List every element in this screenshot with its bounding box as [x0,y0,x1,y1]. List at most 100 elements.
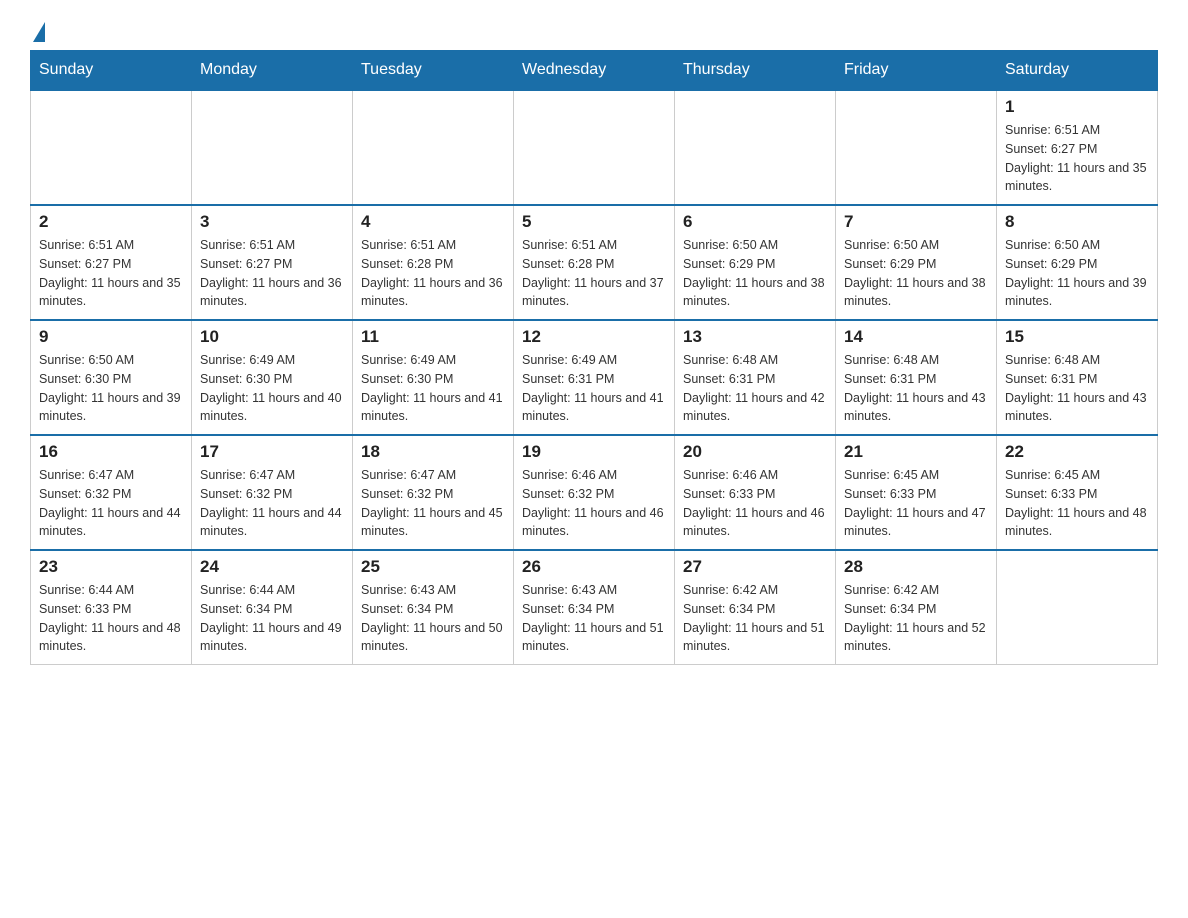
day-info: Sunrise: 6:44 AMSunset: 6:34 PMDaylight:… [200,581,344,656]
calendar-cell: 6 Sunrise: 6:50 AMSunset: 6:29 PMDaylight… [675,205,836,320]
day-info: Sunrise: 6:51 AMSunset: 6:27 PMDaylight:… [1005,121,1149,196]
day-info: Sunrise: 6:51 AMSunset: 6:27 PMDaylight:… [39,236,183,311]
day-number: 16 [39,442,183,462]
day-info: Sunrise: 6:51 AMSunset: 6:27 PMDaylight:… [200,236,344,311]
calendar-cell: 21Sunrise: 6:45 AMSunset: 6:33 PMDayligh… [836,435,997,550]
day-of-week-header: Wednesday [514,51,675,91]
day-info: Sunrise: 6:51 AMSunset: 6:28 PMDaylight:… [361,236,505,311]
calendar-cell: 3 Sunrise: 6:51 AMSunset: 6:27 PMDaylight… [192,205,353,320]
calendar-cell: 23 Sunrise: 6:44 AMSunset: 6:33 PMDayligh… [31,550,192,665]
calendar-cell: 26 Sunrise: 6:43 AMSunset: 6:34 PMDayligh… [514,550,675,665]
calendar-cell: 18 Sunrise: 6:47 AMSunset: 6:32 PMDayligh… [353,435,514,550]
calendar-cell: 24Sunrise: 6:44 AMSunset: 6:34 PMDayligh… [192,550,353,665]
day-of-week-header: Tuesday [353,51,514,91]
page-header [30,20,1158,40]
day-of-week-header: Friday [836,51,997,91]
calendar-cell [836,90,997,205]
logo-triangle-icon [33,22,45,42]
day-number: 14 [844,327,988,347]
calendar-cell: 20 Sunrise: 6:46 AMSunset: 6:33 PMDayligh… [675,435,836,550]
day-info: Sunrise: 6:46 AMSunset: 6:33 PMDaylight:… [683,466,827,541]
day-number: 11 [361,327,505,347]
day-number: 19 [522,442,666,462]
calendar-cell: 16 Sunrise: 6:47 AMSunset: 6:32 PMDayligh… [31,435,192,550]
day-number: 26 [522,557,666,577]
day-number: 17 [200,442,344,462]
calendar-cell: 9 Sunrise: 6:50 AMSunset: 6:30 PMDaylight… [31,320,192,435]
day-number: 18 [361,442,505,462]
day-number: 15 [1005,327,1149,347]
day-info: Sunrise: 6:47 AMSunset: 6:32 PMDaylight:… [39,466,183,541]
day-info: Sunrise: 6:48 AMSunset: 6:31 PMDaylight:… [1005,351,1149,426]
day-number: 13 [683,327,827,347]
day-info: Sunrise: 6:45 AMSunset: 6:33 PMDaylight:… [844,466,988,541]
calendar-cell [675,90,836,205]
day-info: Sunrise: 6:42 AMSunset: 6:34 PMDaylight:… [683,581,827,656]
day-number: 28 [844,557,988,577]
calendar-cell: 12 Sunrise: 6:49 AMSunset: 6:31 PMDayligh… [514,320,675,435]
day-of-week-header: Monday [192,51,353,91]
calendar-cell: 19 Sunrise: 6:46 AMSunset: 6:32 PMDayligh… [514,435,675,550]
day-info: Sunrise: 6:47 AMSunset: 6:32 PMDaylight:… [200,466,344,541]
day-number: 4 [361,212,505,232]
day-info: Sunrise: 6:46 AMSunset: 6:32 PMDaylight:… [522,466,666,541]
day-number: 1 [1005,97,1149,117]
day-info: Sunrise: 6:50 AMSunset: 6:29 PMDaylight:… [683,236,827,311]
logo [30,20,45,40]
calendar-cell: 1 Sunrise: 6:51 AMSunset: 6:27 PMDaylight… [997,90,1158,205]
calendar-cell [997,550,1158,665]
calendar-cell: 25 Sunrise: 6:43 AMSunset: 6:34 PMDayligh… [353,550,514,665]
calendar-cell: 8 Sunrise: 6:50 AMSunset: 6:29 PMDaylight… [997,205,1158,320]
day-info: Sunrise: 6:47 AMSunset: 6:32 PMDaylight:… [361,466,505,541]
calendar-cell: 11 Sunrise: 6:49 AMSunset: 6:30 PMDayligh… [353,320,514,435]
calendar-cell [514,90,675,205]
day-number: 8 [1005,212,1149,232]
day-info: Sunrise: 6:50 AMSunset: 6:29 PMDaylight:… [844,236,988,311]
calendar-cell: 4 Sunrise: 6:51 AMSunset: 6:28 PMDaylight… [353,205,514,320]
calendar-week-row: 9 Sunrise: 6:50 AMSunset: 6:30 PMDaylight… [31,320,1158,435]
calendar-cell: 17 Sunrise: 6:47 AMSunset: 6:32 PMDayligh… [192,435,353,550]
day-info: Sunrise: 6:49 AMSunset: 6:30 PMDaylight:… [361,351,505,426]
day-number: 22 [1005,442,1149,462]
calendar-cell [192,90,353,205]
day-info: Sunrise: 6:50 AMSunset: 6:30 PMDaylight:… [39,351,183,426]
day-number: 6 [683,212,827,232]
calendar-week-row: 23 Sunrise: 6:44 AMSunset: 6:33 PMDayligh… [31,550,1158,665]
day-info: Sunrise: 6:49 AMSunset: 6:31 PMDaylight:… [522,351,666,426]
day-of-week-header: Thursday [675,51,836,91]
day-info: Sunrise: 6:49 AMSunset: 6:30 PMDaylight:… [200,351,344,426]
calendar-cell: 14Sunrise: 6:48 AMSunset: 6:31 PMDayligh… [836,320,997,435]
calendar-week-row: 16 Sunrise: 6:47 AMSunset: 6:32 PMDayligh… [31,435,1158,550]
day-number: 23 [39,557,183,577]
calendar-cell: 7 Sunrise: 6:50 AMSunset: 6:29 PMDaylight… [836,205,997,320]
calendar-cell: 28Sunrise: 6:42 AMSunset: 6:34 PMDayligh… [836,550,997,665]
calendar-week-row: 1 Sunrise: 6:51 AMSunset: 6:27 PMDaylight… [31,90,1158,205]
calendar-cell: 10Sunrise: 6:49 AMSunset: 6:30 PMDayligh… [192,320,353,435]
day-number: 25 [361,557,505,577]
day-number: 27 [683,557,827,577]
day-of-week-header: Sunday [31,51,192,91]
day-number: 9 [39,327,183,347]
day-number: 5 [522,212,666,232]
day-info: Sunrise: 6:43 AMSunset: 6:34 PMDaylight:… [522,581,666,656]
day-number: 2 [39,212,183,232]
day-number: 12 [522,327,666,347]
day-info: Sunrise: 6:45 AMSunset: 6:33 PMDaylight:… [1005,466,1149,541]
calendar-cell [31,90,192,205]
calendar-cell: 15 Sunrise: 6:48 AMSunset: 6:31 PMDayligh… [997,320,1158,435]
day-info: Sunrise: 6:51 AMSunset: 6:28 PMDaylight:… [522,236,666,311]
day-info: Sunrise: 6:50 AMSunset: 6:29 PMDaylight:… [1005,236,1149,311]
logo-top [30,20,45,42]
day-info: Sunrise: 6:43 AMSunset: 6:34 PMDaylight:… [361,581,505,656]
day-number: 3 [200,212,344,232]
calendar-cell [353,90,514,205]
calendar-cell: 27 Sunrise: 6:42 AMSunset: 6:34 PMDayligh… [675,550,836,665]
day-number: 20 [683,442,827,462]
day-of-week-header: Saturday [997,51,1158,91]
calendar-cell: 2 Sunrise: 6:51 AMSunset: 6:27 PMDaylight… [31,205,192,320]
day-info: Sunrise: 6:48 AMSunset: 6:31 PMDaylight:… [683,351,827,426]
calendar-table: SundayMondayTuesdayWednesdayThursdayFrid… [30,50,1158,665]
day-info: Sunrise: 6:44 AMSunset: 6:33 PMDaylight:… [39,581,183,656]
day-number: 7 [844,212,988,232]
calendar-cell: 5 Sunrise: 6:51 AMSunset: 6:28 PMDaylight… [514,205,675,320]
